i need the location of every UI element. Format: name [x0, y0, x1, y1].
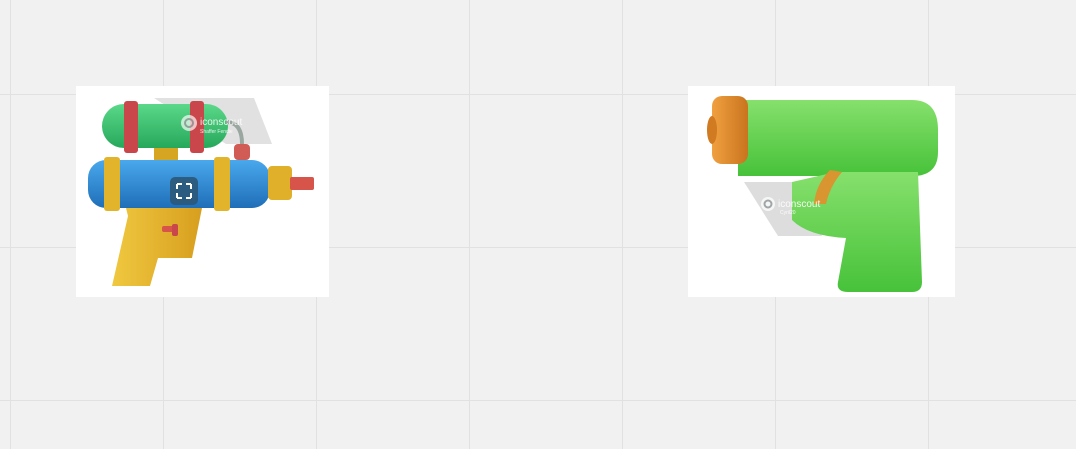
water-gun-tank-icon: iconscout Shaffer Fendie	[88, 98, 314, 286]
expand-icon[interactable]	[170, 177, 198, 205]
svg-text:iconscout: iconscout	[778, 199, 820, 210]
svg-text:Cyril20: Cyril20	[780, 210, 796, 216]
green-water-pistol-icon: iconscout Cyril20	[707, 96, 938, 292]
image-card-water-gun[interactable]: iconscout Shaffer Fendie	[76, 86, 329, 297]
svg-text:Shaffer Fendie: Shaffer Fendie	[200, 129, 233, 135]
canvas: iconscout Shaffer Fendie iconscout Cyril…	[0, 0, 1076, 449]
svg-text:iconscout: iconscout	[200, 117, 242, 128]
image-card-water-pistol[interactable]: iconscout Cyril20	[688, 86, 955, 297]
